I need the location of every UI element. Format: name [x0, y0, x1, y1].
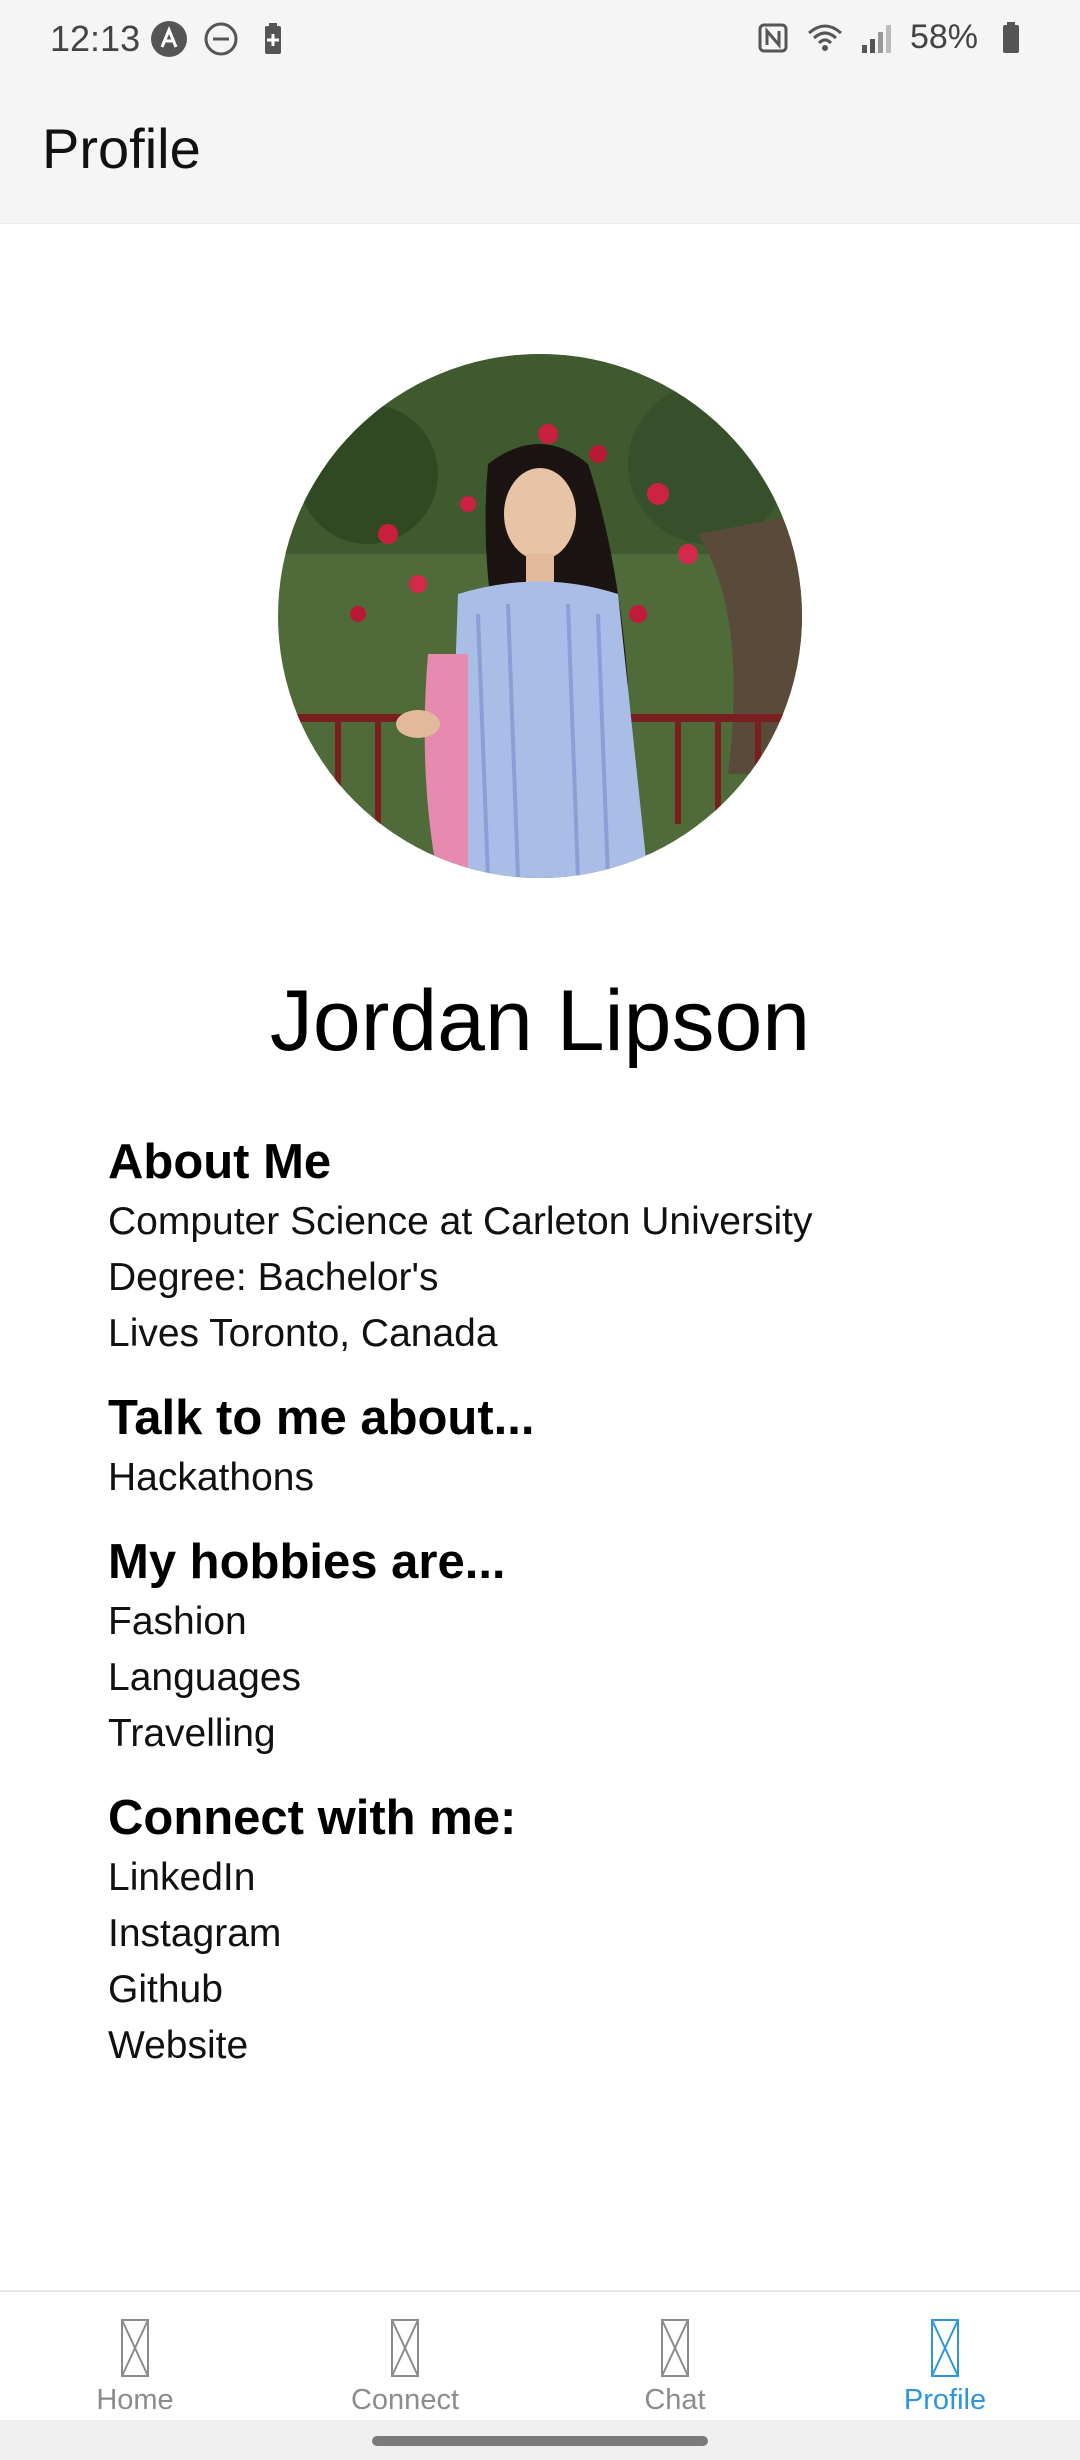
tab-label: Profile: [903, 2384, 987, 2416]
talk-topic-item: Hackathons: [108, 1456, 314, 1499]
gesture-navigation-area: [0, 2420, 1080, 2460]
status-right-icons: 58%: [754, 18, 1030, 57]
status-bar: 12:13 58%: [0, 0, 1080, 80]
tab-label: Home: [96, 2384, 174, 2416]
section-heading: Talk to me about...: [108, 1391, 535, 1445]
hobby-item: Fashion: [108, 1600, 247, 1643]
linkedin-link[interactable]: LinkedIn: [108, 1850, 1008, 1906]
section-heading: About Me: [108, 1135, 332, 1189]
website-link[interactable]: Website: [108, 2018, 1008, 2074]
status-time: 12:13: [50, 18, 141, 59]
app-header: Profile: [0, 80, 1080, 224]
page-title: Profile: [42, 117, 201, 180]
wifi-icon: [807, 24, 842, 51]
placeholder-icon: [391, 2319, 419, 2377]
about-line-study: Computer Science at Carleton University: [108, 1200, 813, 1243]
home-gesture-handle[interactable]: [372, 2436, 708, 2446]
profile-name: Jordan Lipson: [269, 973, 811, 1069]
tab-label: Chat: [644, 2384, 706, 2416]
section-talk-about: Talk to me about... Hackathons: [108, 1386, 1008, 1506]
tab-home[interactable]: Home: [0, 2292, 270, 2420]
about-line-location: Lives Toronto, Canada: [108, 1312, 498, 1355]
section-hobbies: My hobbies are... Fashion Languages Trav…: [108, 1530, 1008, 1762]
section-heading: My hobbies are...: [108, 1535, 506, 1589]
status-left-icons: [150, 20, 292, 58]
bottom-tab-bar: Home Connect Chat Profile: [0, 2290, 1080, 2420]
tab-label: Connect: [350, 2384, 459, 2416]
about-line-degree: Degree: Bachelor's: [108, 1256, 439, 1299]
section-heading: Connect with me:: [108, 1791, 517, 1845]
hobby-item: Languages: [108, 1656, 302, 1699]
hobby-item: Travelling: [108, 1712, 276, 1755]
battery-saver-icon: [265, 23, 281, 54]
instagram-link[interactable]: Instagram: [108, 1906, 1008, 1962]
github-link[interactable]: Github: [108, 1962, 1008, 2018]
tab-connect[interactable]: Connect: [270, 2292, 540, 2420]
battery-percent: 58%: [909, 18, 978, 56]
profile-avatar: [278, 354, 802, 878]
do-not-disturb-icon: [204, 22, 238, 56]
tab-profile[interactable]: Profile: [810, 2292, 1080, 2420]
profile-details: About Me Computer Science at Carleton Un…: [108, 1130, 1008, 2098]
signal-icon: [861, 24, 891, 53]
profile-photo-image: [278, 354, 802, 878]
section-connect: Connect with me: LinkedIn Instagram Gith…: [108, 1786, 1008, 2074]
tab-chat[interactable]: Chat: [540, 2292, 810, 2420]
placeholder-icon: [661, 2319, 689, 2377]
placeholder-icon: [931, 2319, 959, 2377]
placeholder-icon: [121, 2319, 149, 2377]
battery-icon: [1003, 21, 1019, 53]
section-about-me: About Me Computer Science at Carleton Un…: [108, 1130, 1008, 1362]
nfc-icon: [758, 23, 788, 52]
app-notification-icon: [151, 21, 187, 57]
